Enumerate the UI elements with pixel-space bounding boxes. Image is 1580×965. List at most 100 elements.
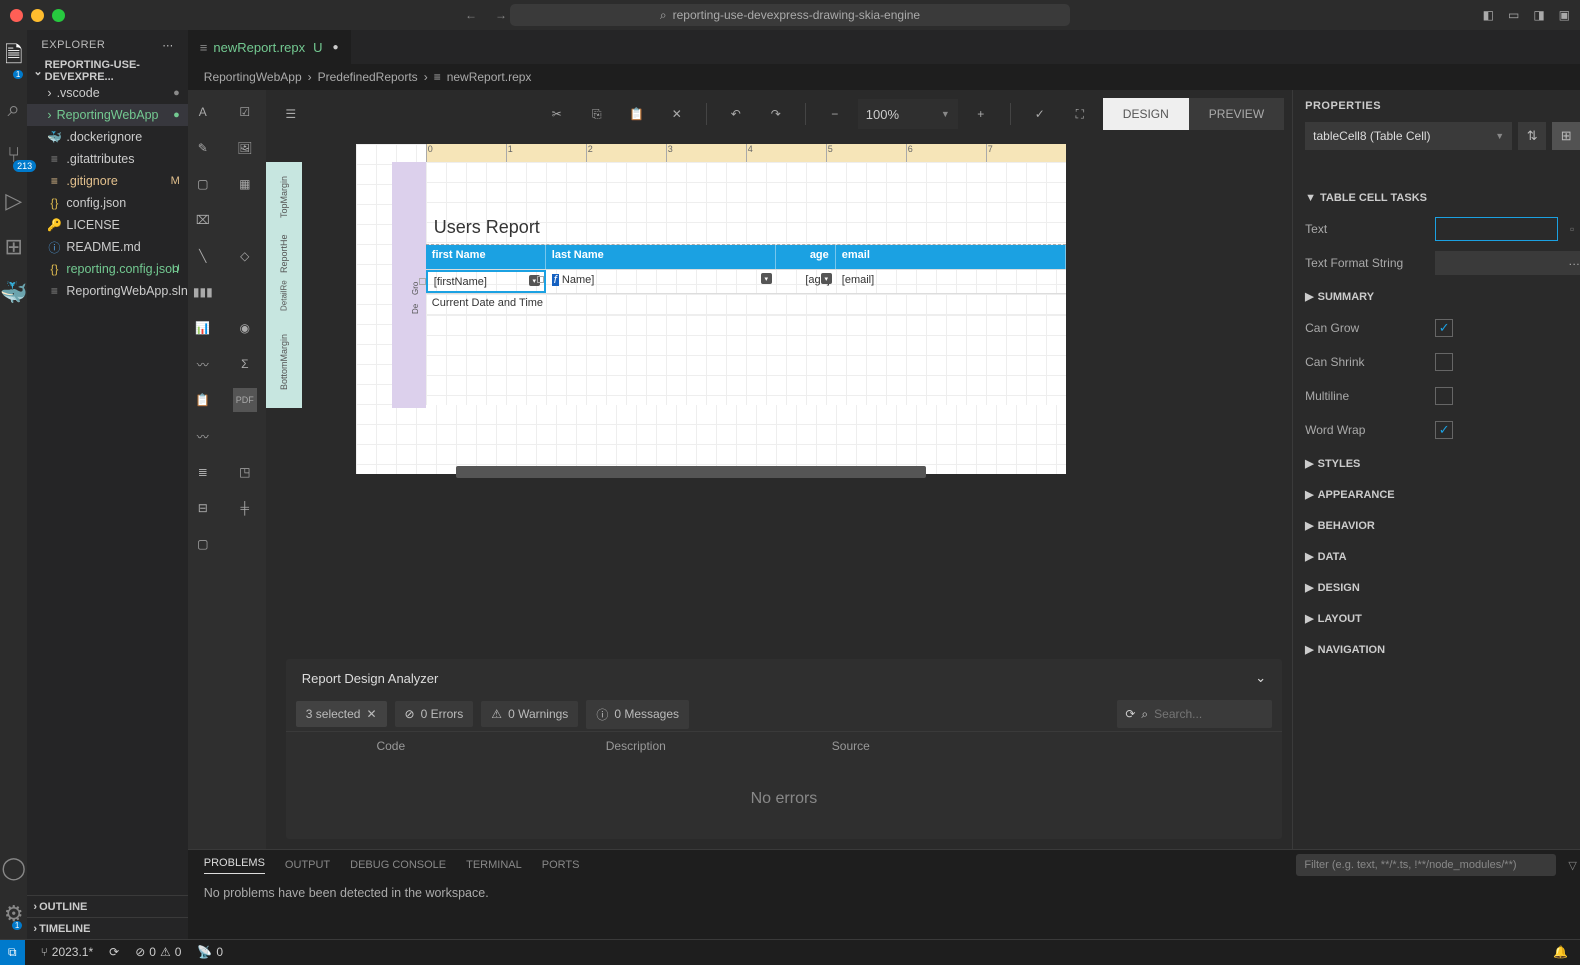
multiline-checkbox[interactable] [1435,387,1453,405]
tree-item[interactable]: ⓘREADME.md [27,236,187,258]
search-icon[interactable]: ⌕ [8,96,20,122]
section-layout[interactable]: ▶LAYOUT [1305,602,1580,633]
analyzer-search[interactable]: ⟳ ⌕ [1117,700,1272,728]
command-center[interactable]: ⌕ reporting-use-devexpress-drawing-skia-… [510,4,1070,26]
validate-icon[interactable]: ✓ [1023,97,1057,131]
subreport-tool-icon[interactable]: ▢ [191,532,215,556]
problems-status[interactable]: ⊘0 ⚠0 [127,945,189,959]
docker-icon[interactable]: 🐳 [0,280,27,306]
tree-item[interactable]: ≡.gitignoreM [27,170,187,192]
timeline-section[interactable]: ›TIMELINE [27,917,187,939]
sort-icon[interactable]: ⇅ [1518,122,1546,150]
paste-icon[interactable]: 📋 [620,97,654,131]
filter-icon[interactable]: ▽ [1568,859,1576,872]
report-title[interactable]: Users Report [434,217,540,238]
menu-icon[interactable]: ☰ [274,97,308,131]
sidebar-more-icon[interactable]: ⋯ [162,39,174,52]
section-appearance[interactable]: ▶APPEARANCE [1305,478,1580,509]
sync-status[interactable]: ⟳ [101,945,127,959]
panel-tool-icon[interactable]: ▢ [191,172,215,196]
wordwrap-checkbox[interactable]: ✓ [1435,421,1453,439]
section-design[interactable]: ▶DESIGN [1305,571,1580,602]
run-debug-icon[interactable]: ▷ [5,188,22,214]
sigma-tool-icon[interactable]: Σ [233,352,257,376]
layout-secondary-icon[interactable]: ◨ [1533,8,1544,22]
tree-item[interactable]: ≡.gitattributes [27,148,187,170]
cangrow-checkbox[interactable]: ✓ [1435,319,1453,337]
barcode-tool-icon[interactable]: ▮▮▮ [191,280,215,304]
band-bottommargin[interactable]: BottomMargin [266,316,302,408]
band-topmargin[interactable]: TopMargin [266,162,302,232]
gauge-tool-icon[interactable]: ◉ [233,316,257,340]
filter-warnings[interactable]: ⚠0 Warnings [481,701,578,727]
table-tool-icon[interactable]: ▦ [233,172,257,196]
problems-filter[interactable]: Filter (e.g. text, **/*.ts, !**/node_mod… [1296,854,1556,876]
analyzer-header[interactable]: Report Design Analyzer ⌄ [286,659,1282,697]
tree-item[interactable]: ≡ReportingWebApp.sln [27,280,187,302]
detail-cell[interactable]: [age]▾ [776,270,836,293]
scrollbar-horizontal[interactable] [456,466,926,478]
copy-icon[interactable]: ⎘ [580,97,614,131]
layout-panel-icon[interactable]: ▭ [1508,8,1519,22]
toc-tool-icon[interactable]: ≣ [191,460,215,484]
filter-selected[interactable]: 3 selected✕ [296,701,387,727]
breadcrumbs[interactable]: ReportingWebApp› PredefinedReports› ≡ ne… [188,64,1580,90]
tab-problems[interactable]: PROBLEMS [204,857,265,874]
editor-tab[interactable]: ≡ newReport.repx U [188,30,351,64]
picture-tool-icon[interactable]: 🖼 [233,136,257,160]
text-input[interactable] [1435,217,1558,241]
section-tasks[interactable]: ▼TABLE CELL TASKS [1305,182,1580,212]
tab-ports[interactable]: PORTS [542,859,580,871]
pagebreak-tool-icon[interactable]: ⊟ [191,496,215,520]
account-icon[interactable]: ◯ [1,855,26,881]
remote-indicator[interactable]: ⧉ [0,940,25,965]
band-detail[interactable]: De [408,300,423,318]
workspace-root[interactable]: ⌄ REPORTING-USE-DEVEXPRE... [27,60,187,82]
header-cell[interactable]: email [836,245,1066,269]
band-detailreport[interactable]: DetailRe [266,276,302,316]
ports-status[interactable]: 📡0 [189,945,231,959]
zoom-level-select[interactable]: 100% [858,99,958,129]
detail-cell[interactable]: [email] [836,270,1066,293]
tree-item[interactable]: ›.vscode● [27,82,187,104]
format-input[interactable]: … [1435,251,1580,275]
design-button[interactable]: DESIGN [1103,98,1189,130]
table-detail-row[interactable]: [firstName]▾ f Name]▾ [age]▾ [email] [426,269,1066,293]
settings-gear-icon[interactable]: ⚙1 [4,901,24,927]
section-summary[interactable]: ▶SUMMARY■ [1305,280,1580,311]
header-cell[interactable]: last Name [546,245,776,269]
detail-cell[interactable]: f Name]▾ [546,270,776,293]
redo-icon[interactable]: ↷ [759,97,793,131]
report-header-band[interactable]: Users Report [426,162,1066,244]
analyzer-search-input[interactable] [1154,707,1264,721]
tree-item[interactable]: {}reporting.config.jsonU [27,258,187,280]
signature-tool-icon[interactable]: 〰 [191,424,215,448]
charactercomb-tool-icon[interactable]: ⌧ [191,208,215,232]
detail-cell-selected[interactable]: [firstName]▾ [426,270,546,293]
layout-primary-icon[interactable]: ◧ [1483,8,1494,22]
section-behavior[interactable]: ▶BEHAVIOR [1305,509,1580,540]
outline-section[interactable]: ›OUTLINE [27,895,187,917]
table-header-row[interactable]: first Name last Name age email [426,245,1066,269]
band-reportheader[interactable]: ReportHe [266,232,302,276]
maximize-window-icon[interactable] [52,9,65,22]
shape-tool-icon[interactable]: ◇ [233,244,257,268]
label-tool-icon[interactable]: A [191,100,215,124]
tab-terminal[interactable]: TERMINAL [466,859,522,871]
tree-item[interactable]: 🐳.dockerignore [27,126,187,148]
cut-icon[interactable]: ✂ [540,97,574,131]
header-cell[interactable]: age [776,245,836,269]
section-navigation[interactable]: ▶NAVIGATION [1305,633,1580,664]
preview-button[interactable]: PREVIEW [1189,98,1284,130]
explorer-icon[interactable]: 🗎1 [5,38,23,76]
tree-item[interactable]: ›ReportingWebApp● [27,104,187,126]
checkbox-tool-icon[interactable]: ☑ [233,100,257,124]
section-styles[interactable]: ▶STYLES [1305,447,1580,478]
notifications-icon[interactable]: 🔔 [1541,945,1580,959]
tab-debug[interactable]: DEBUG CONSOLE [350,859,446,871]
crossband-tool-icon[interactable]: ╪ [233,496,257,520]
richtext-tool-icon[interactable]: ✎ [191,136,215,160]
canvas[interactable]: 01234567 TopMargin ReportHe DetailRe Bot… [266,138,1292,639]
tree-item[interactable]: {}config.json [27,192,187,214]
pageinfo-tool-icon[interactable]: ◳ [233,460,257,484]
